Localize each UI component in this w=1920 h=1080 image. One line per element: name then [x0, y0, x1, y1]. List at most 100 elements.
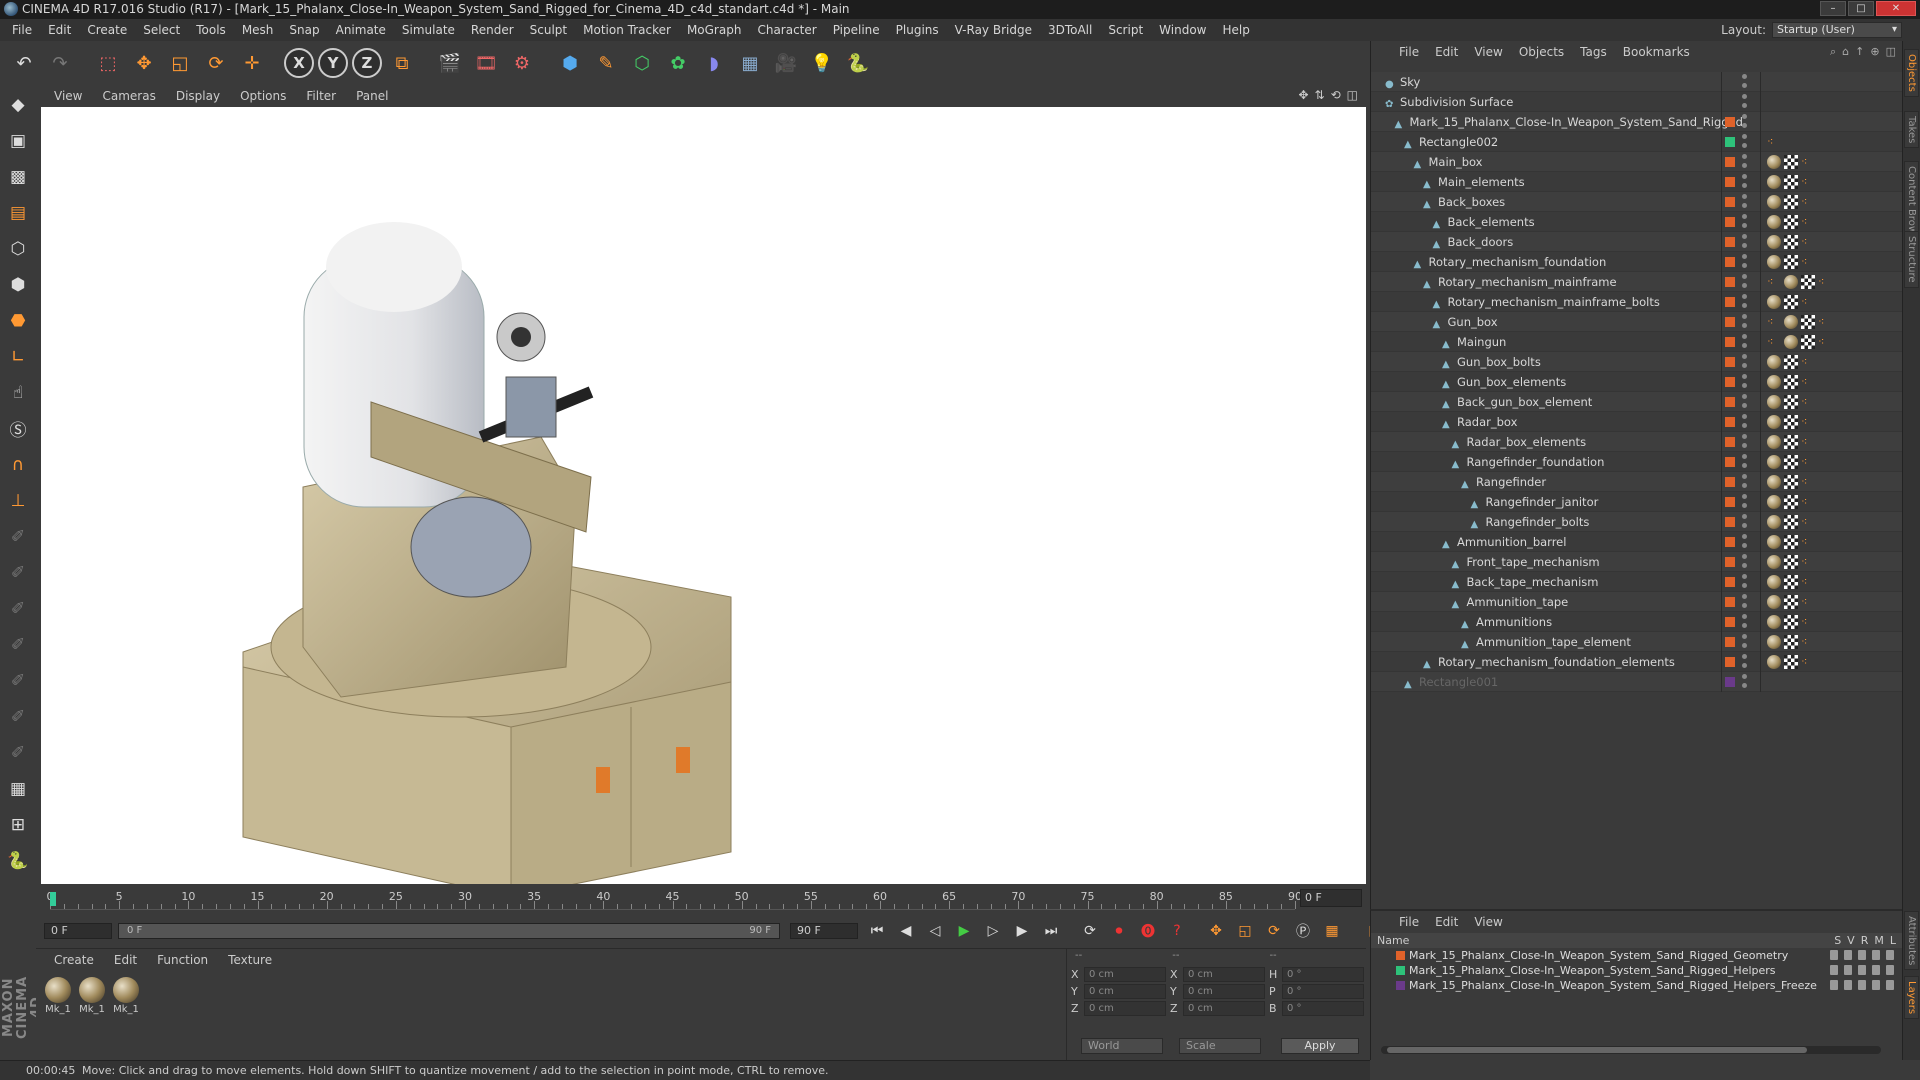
light-icon[interactable]: 💡	[806, 47, 838, 79]
editor-visibility-icon[interactable]	[1742, 294, 1747, 299]
uvw-tag-icon[interactable]	[1784, 155, 1798, 169]
layer-color-icon[interactable]	[1725, 557, 1735, 567]
object-row[interactable]: ▲ Radar_box ⁖	[1371, 412, 1903, 432]
layer-color-icon[interactable]	[1396, 966, 1405, 975]
layout-select[interactable]: Startup (User)	[1772, 22, 1902, 38]
object-row[interactable]: ▲ Maingun ⁖ ⁖	[1371, 332, 1903, 352]
uvw-tag-icon[interactable]	[1784, 375, 1798, 389]
layer-color-icon[interactable]	[1725, 237, 1735, 247]
editor-visibility-icon[interactable]	[1742, 594, 1747, 599]
uvw-tag-icon[interactable]	[1801, 275, 1815, 289]
object-row[interactable]: ▲ Back_doors ⁖	[1371, 232, 1903, 252]
next-frame-icon[interactable]: ▷	[980, 919, 1006, 943]
menu-v-ray-bridge[interactable]: V-Ray Bridge	[947, 19, 1040, 41]
uvw-tag-icon[interactable]	[1784, 195, 1798, 209]
object-row[interactable]: ▲ Back_gun_box_element ⁖	[1371, 392, 1903, 412]
viewport-menu-filter[interactable]: Filter	[296, 89, 346, 103]
object-menu-file[interactable]: File	[1391, 45, 1427, 59]
selection-tag-icon[interactable]: ⁖	[1801, 515, 1815, 529]
editor-visibility-icon[interactable]	[1742, 574, 1747, 579]
render-visibility-icon[interactable]	[1742, 563, 1747, 568]
selection-tag-icon[interactable]: ⁖	[1818, 275, 1832, 289]
render-visibility-icon[interactable]	[1742, 423, 1747, 428]
material-swatch[interactable]: Mk_1	[78, 977, 106, 1015]
coordinate-system-icon[interactable]: ⧉	[386, 47, 418, 79]
editor-visibility-icon[interactable]	[1742, 234, 1747, 239]
render-visibility-icon[interactable]	[1742, 523, 1747, 528]
layer-color-icon[interactable]	[1725, 257, 1735, 267]
previous-key-icon[interactable]: ◀	[893, 919, 919, 943]
editor-visibility-icon[interactable]	[1742, 334, 1747, 339]
menu-edit[interactable]: Edit	[40, 19, 79, 41]
uvw-tag-icon[interactable]	[1784, 435, 1798, 449]
layer-color-icon[interactable]	[1725, 317, 1735, 327]
menu-create[interactable]: Create	[79, 19, 135, 41]
selection-tag-icon[interactable]: ⁖	[1801, 495, 1815, 509]
redo-icon[interactable]: ↷	[44, 47, 76, 79]
editor-visibility-icon[interactable]	[1742, 634, 1747, 639]
y-axis-lock-icon[interactable]: Y	[318, 48, 348, 78]
render-settings-icon[interactable]: ⚙	[506, 47, 538, 79]
viewport-menu-view[interactable]: View	[44, 89, 92, 103]
play-icon[interactable]: ▶	[951, 919, 977, 943]
editor-visibility-icon[interactable]	[1742, 454, 1747, 459]
z-axis-lock-icon[interactable]: Z	[352, 48, 382, 78]
sculpt-flatten-icon[interactable]: ✐	[3, 701, 33, 732]
model-mode-icon[interactable]: ▣	[3, 125, 33, 156]
layer-color-icon[interactable]	[1725, 377, 1735, 387]
layer-color-icon[interactable]	[1725, 477, 1735, 487]
material-tag-icon[interactable]	[1767, 175, 1781, 189]
selection-tag-icon[interactable]: ⁖	[1801, 575, 1815, 589]
object-row[interactable]: ▲ Back_boxes ⁖	[1371, 192, 1903, 212]
menu-pipeline[interactable]: Pipeline	[825, 19, 888, 41]
editor-visibility-icon[interactable]	[1742, 654, 1747, 659]
sculpt-smooth-icon[interactable]: ✐	[3, 593, 33, 624]
selection-tag-icon[interactable]: ⁖	[1801, 455, 1815, 469]
editor-visibility-icon[interactable]	[1742, 434, 1747, 439]
object-menu-view[interactable]: View	[1466, 45, 1510, 59]
subdivision-icon[interactable]: ⬡	[626, 47, 658, 79]
layer-color-icon[interactable]	[1725, 617, 1735, 627]
uvw-tag-icon[interactable]	[1784, 515, 1798, 529]
uvw-tag-icon[interactable]	[1784, 175, 1798, 189]
selection-tag-icon[interactable]: ⁖	[1801, 415, 1815, 429]
size-mode-select[interactable]: Scale	[1179, 1038, 1261, 1054]
coord-value-field[interactable]: 0 °	[1282, 967, 1364, 982]
object-row[interactable]: ✿ Subdivision Surface	[1371, 92, 1903, 112]
editor-visibility-icon[interactable]	[1742, 534, 1747, 539]
coord-value-field[interactable]: 0 °	[1282, 984, 1364, 999]
render-picture-viewer-icon[interactable]: 🎞	[470, 47, 502, 79]
selection-tag-icon[interactable]: ⁖	[1801, 395, 1815, 409]
minimize-button[interactable]: –	[1820, 1, 1846, 16]
dock-tab-attributes[interactable]: Attributes	[1904, 911, 1919, 971]
uvw-tag-icon[interactable]	[1784, 295, 1798, 309]
layer-lock-toggle-icon[interactable]	[1886, 950, 1894, 960]
floor-icon[interactable]: ▦	[734, 47, 766, 79]
texture-mode-icon[interactable]: ▩	[3, 161, 33, 192]
python-icon[interactable]: 🐍	[842, 47, 874, 79]
sculpt-brush-icon[interactable]: ✐	[3, 521, 33, 552]
selection-tag-icon[interactable]: ⁖	[1801, 655, 1815, 669]
coord-value-field[interactable]: 0 cm	[1183, 1001, 1265, 1016]
axis-mode-icon[interactable]: ∟	[3, 341, 33, 372]
render-visibility-icon[interactable]	[1742, 583, 1747, 588]
render-visibility-icon[interactable]	[1742, 263, 1747, 268]
layer-color-icon[interactable]	[1725, 597, 1735, 607]
magnet-icon[interactable]: ∩	[3, 449, 33, 480]
object-menu-edit[interactable]: Edit	[1427, 45, 1466, 59]
object-row[interactable]: ▲ Ammunition_tape_element ⁖	[1371, 632, 1903, 652]
layer-color-icon[interactable]	[1725, 457, 1735, 467]
material-tag-icon[interactable]	[1767, 355, 1781, 369]
layer-manager-toggle-icon[interactable]	[1872, 965, 1880, 975]
menu-simulate[interactable]: Simulate	[394, 19, 463, 41]
material-menu-function[interactable]: Function	[147, 953, 218, 971]
material-menu-texture[interactable]: Texture	[218, 953, 282, 971]
object-row[interactable]: ▲ Rangefinder_janitor ⁖	[1371, 492, 1903, 512]
uvw-tag-icon[interactable]	[1784, 255, 1798, 269]
material-menu-create[interactable]: Create	[44, 953, 104, 971]
planar-workplane-icon[interactable]: ⊞	[3, 809, 33, 840]
editor-visibility-icon[interactable]	[1742, 674, 1747, 679]
material-tag-icon[interactable]	[1767, 415, 1781, 429]
render-visibility-icon[interactable]	[1742, 203, 1747, 208]
viewport-menu-display[interactable]: Display	[166, 89, 230, 103]
